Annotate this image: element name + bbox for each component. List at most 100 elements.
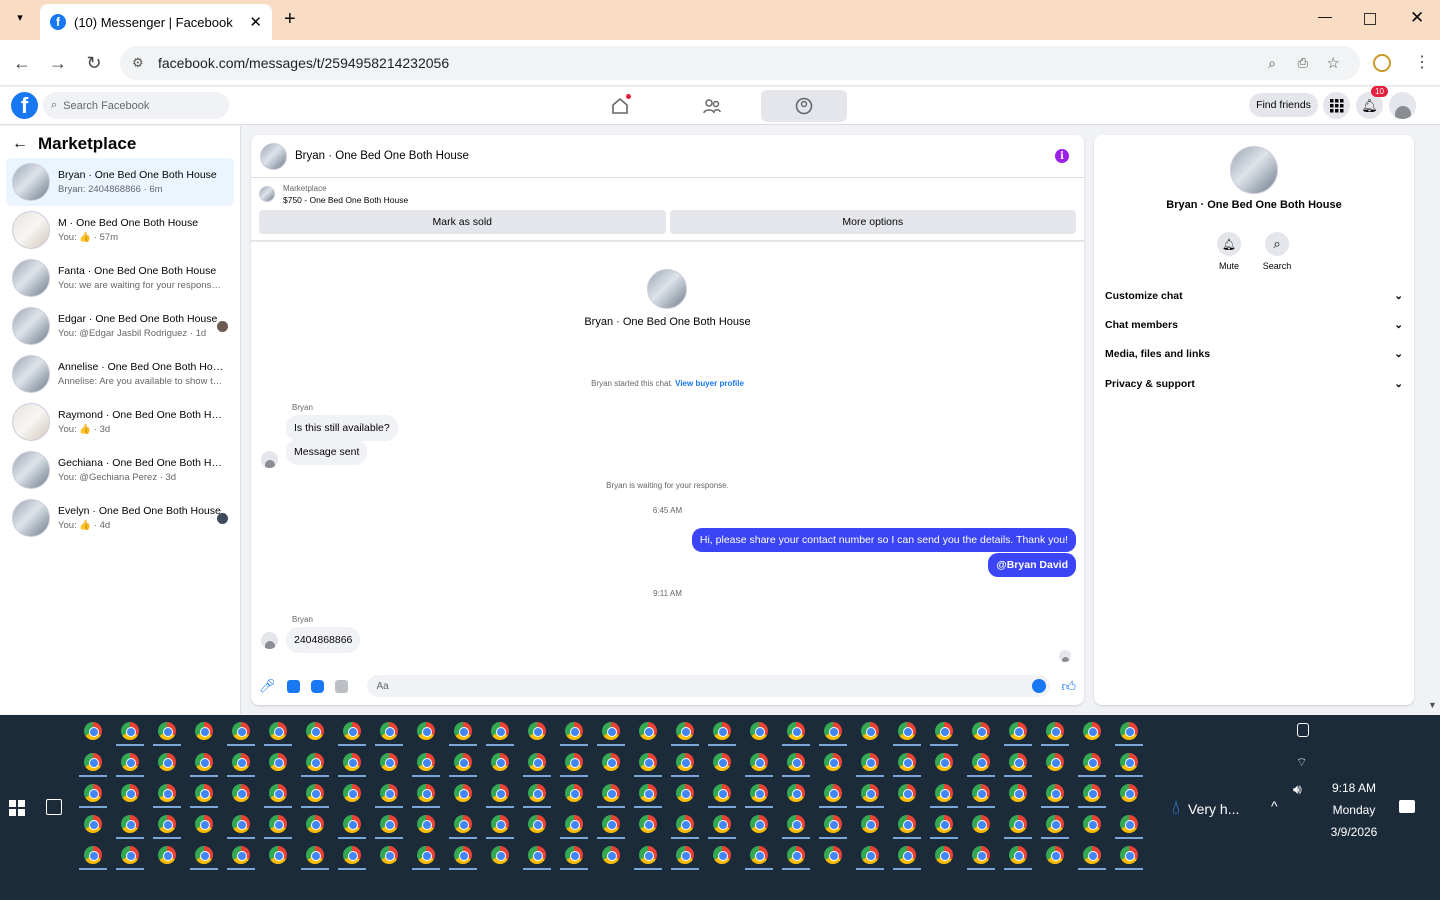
conversation-item[interactable]: Fanta · One Bed One Both House You: we a…	[6, 254, 234, 302]
info-icon[interactable]: i	[1055, 149, 1069, 163]
taskbar-chrome-app-icon[interactable]	[898, 722, 916, 740]
taskbar-chrome-app-icon[interactable]	[602, 846, 620, 864]
taskbar-chrome-app-icon[interactable]	[824, 753, 842, 771]
taskbar-chrome-app-icon[interactable]	[935, 846, 953, 864]
chat-members-section[interactable]: Chat members ⌄	[1105, 319, 1403, 331]
browser-tab-messenger[interactable]: f (10) Messenger | Facebook ✕	[40, 4, 272, 40]
taskbar-chrome-app-icon[interactable]	[935, 815, 953, 833]
taskbar-chrome-app-icon[interactable]	[121, 846, 139, 864]
show-hidden-icons[interactable]: ^	[1271, 798, 1278, 814]
taskbar-chrome-app-icon[interactable]	[417, 753, 435, 771]
phone-link-icon[interactable]	[1297, 723, 1309, 737]
taskbar-chrome-app-icon[interactable]	[713, 815, 731, 833]
taskbar-chrome-app-icon[interactable]	[1083, 784, 1101, 802]
taskbar-chrome-app-icon[interactable]	[824, 722, 842, 740]
notification-center-icon[interactable]	[1399, 800, 1415, 813]
mark-as-sold-button[interactable]: Mark as sold	[259, 210, 666, 234]
taskbar-chrome-app-icon[interactable]	[898, 846, 916, 864]
taskbar-chrome-app-icon[interactable]	[269, 846, 287, 864]
start-windows-icon[interactable]	[9, 800, 25, 816]
more-options-button[interactable]: More options	[669, 210, 1076, 234]
taskbar-chrome-app-icon[interactable]	[639, 784, 657, 802]
media-files-links-section[interactable]: Media, files and links ⌄	[1105, 348, 1403, 360]
gif-icon[interactable]	[334, 679, 348, 693]
taskbar-chrome-app-icon[interactable]	[195, 784, 213, 802]
volume-icon[interactable]: 🔊︎	[1293, 781, 1302, 798]
taskbar-chrome-app-icon[interactable]	[491, 846, 509, 864]
taskbar-chrome-app-icon[interactable]	[1046, 753, 1064, 771]
restore-window-icon[interactable]	[1364, 13, 1376, 25]
taskbar-chrome-app-icon[interactable]	[676, 846, 694, 864]
nav-groups-tab[interactable]	[761, 90, 847, 122]
taskbar-chrome-app-icon[interactable]	[417, 722, 435, 740]
page-scrollbar-down-arrow[interactable]: ▼	[1428, 700, 1437, 710]
clock[interactable]: 9:18 AM Monday 3/9/2026	[1318, 777, 1390, 843]
taskbar-chrome-app-icon[interactable]	[528, 753, 546, 771]
conversation-item[interactable]: Bryan · One Bed One Both House Bryan: 24…	[6, 158, 234, 206]
taskbar-chrome-app-icon[interactable]	[972, 784, 990, 802]
minimize-window-icon[interactable]: —	[1318, 8, 1332, 24]
taskbar-chrome-app-icon[interactable]	[898, 753, 916, 771]
bookmark-star-icon[interactable]: ☆	[1327, 54, 1340, 72]
photo-attach-icon[interactable]	[286, 679, 300, 693]
taskbar-chrome-app-icon[interactable]	[1120, 722, 1138, 740]
taskbar-chrome-app-icon[interactable]	[861, 815, 879, 833]
url-field[interactable]: ⚙ facebook.com/messages/t/25949582142320…	[120, 46, 1360, 80]
taskbar-chrome-app-icon[interactable]	[787, 784, 805, 802]
taskbar-chrome-app-icon[interactable]	[1083, 846, 1101, 864]
taskbar-chrome-app-icon[interactable]	[528, 722, 546, 740]
taskbar-chrome-app-icon[interactable]	[269, 784, 287, 802]
taskbar-chrome-app-icon[interactable]	[306, 722, 324, 740]
conversation-item[interactable]: M · One Bed One Both House You: 👍 · 57m	[6, 206, 234, 254]
taskbar-chrome-app-icon[interactable]	[380, 784, 398, 802]
taskbar-chrome-app-icon[interactable]	[787, 815, 805, 833]
forward-arrow-icon[interactable]: →	[48, 53, 68, 74]
privacy-support-section[interactable]: Privacy & support ⌄	[1105, 378, 1403, 390]
taskbar-chrome-app-icon[interactable]	[1120, 815, 1138, 833]
taskbar-chrome-app-icon[interactable]	[232, 846, 250, 864]
taskbar-chrome-app-icon[interactable]	[565, 815, 583, 833]
notifications-bell-icon[interactable]: 🔔︎ 10	[1356, 86, 1388, 119]
conversation-item[interactable]: Evelyn · One Bed One Both House You: 👍 ·…	[6, 494, 234, 542]
taskbar-chrome-app-icon[interactable]	[158, 815, 176, 833]
outgoing-message[interactable]: Hi, please share your contact number so …	[691, 528, 1076, 552]
taskbar-chrome-app-icon[interactable]	[787, 753, 805, 771]
tab-list-dropdown-icon[interactable]: ▾	[12, 11, 28, 27]
conversation-item[interactable]: Raymond · One Bed One Both Ho... You: 👍 …	[6, 398, 234, 446]
taskbar-chrome-app-icon[interactable]	[602, 722, 620, 740]
taskbar-chrome-app-icon[interactable]	[491, 815, 509, 833]
chat-title[interactable]: Bryan · One Bed One Both House	[295, 150, 469, 162]
taskbar-chrome-app-icon[interactable]	[861, 753, 879, 771]
taskbar-chrome-app-icon[interactable]	[1009, 846, 1027, 864]
taskbar-chrome-app-icon[interactable]	[1009, 753, 1027, 771]
taskbar-chrome-app-icon[interactable]	[972, 815, 990, 833]
emoji-icon[interactable]	[1032, 679, 1047, 693]
outgoing-message[interactable]: @Bryan David	[988, 553, 1076, 577]
taskbar-chrome-app-icon[interactable]	[306, 784, 324, 802]
avatar[interactable]	[260, 142, 287, 170]
browser-menu-icon[interactable]: ⋮	[1414, 52, 1430, 72]
taskbar-chrome-app-icon[interactable]	[1046, 846, 1064, 864]
taskbar-chrome-app-icon[interactable]	[824, 784, 842, 802]
taskbar-chrome-app-icon[interactable]	[417, 784, 435, 802]
taskbar-chrome-app-icon[interactable]	[195, 846, 213, 864]
back-arrow-icon[interactable]: ←	[12, 53, 32, 74]
facebook-search-input[interactable]: ⌕ Search Facebook	[43, 92, 229, 119]
taskbar-chrome-app-icon[interactable]	[824, 815, 842, 833]
taskbar-chrome-app-icon[interactable]	[935, 753, 953, 771]
taskbar-chrome-app-icon[interactable]	[84, 815, 102, 833]
taskbar-chrome-app-icon[interactable]	[417, 846, 435, 864]
taskbar-chrome-app-icon[interactable]	[1046, 815, 1064, 833]
taskbar-chrome-app-icon[interactable]	[380, 846, 398, 864]
wifi-icon[interactable]: ⌔	[1296, 755, 1307, 770]
taskbar-chrome-app-icon[interactable]	[158, 722, 176, 740]
taskbar-chrome-app-icon[interactable]	[195, 815, 213, 833]
taskbar-chrome-app-icon[interactable]	[602, 784, 620, 802]
taskbar-chrome-app-icon[interactable]	[232, 784, 250, 802]
listing-summary[interactable]: Marketplace $750 - One Bed One Both Hous…	[251, 178, 1084, 210]
taskbar-chrome-app-icon[interactable]	[232, 753, 250, 771]
taskbar-chrome-app-icon[interactable]	[972, 722, 990, 740]
taskbar-chrome-app-icon[interactable]	[121, 753, 139, 771]
taskbar-chrome-app-icon[interactable]	[676, 815, 694, 833]
taskbar-chrome-app-icon[interactable]	[898, 815, 916, 833]
